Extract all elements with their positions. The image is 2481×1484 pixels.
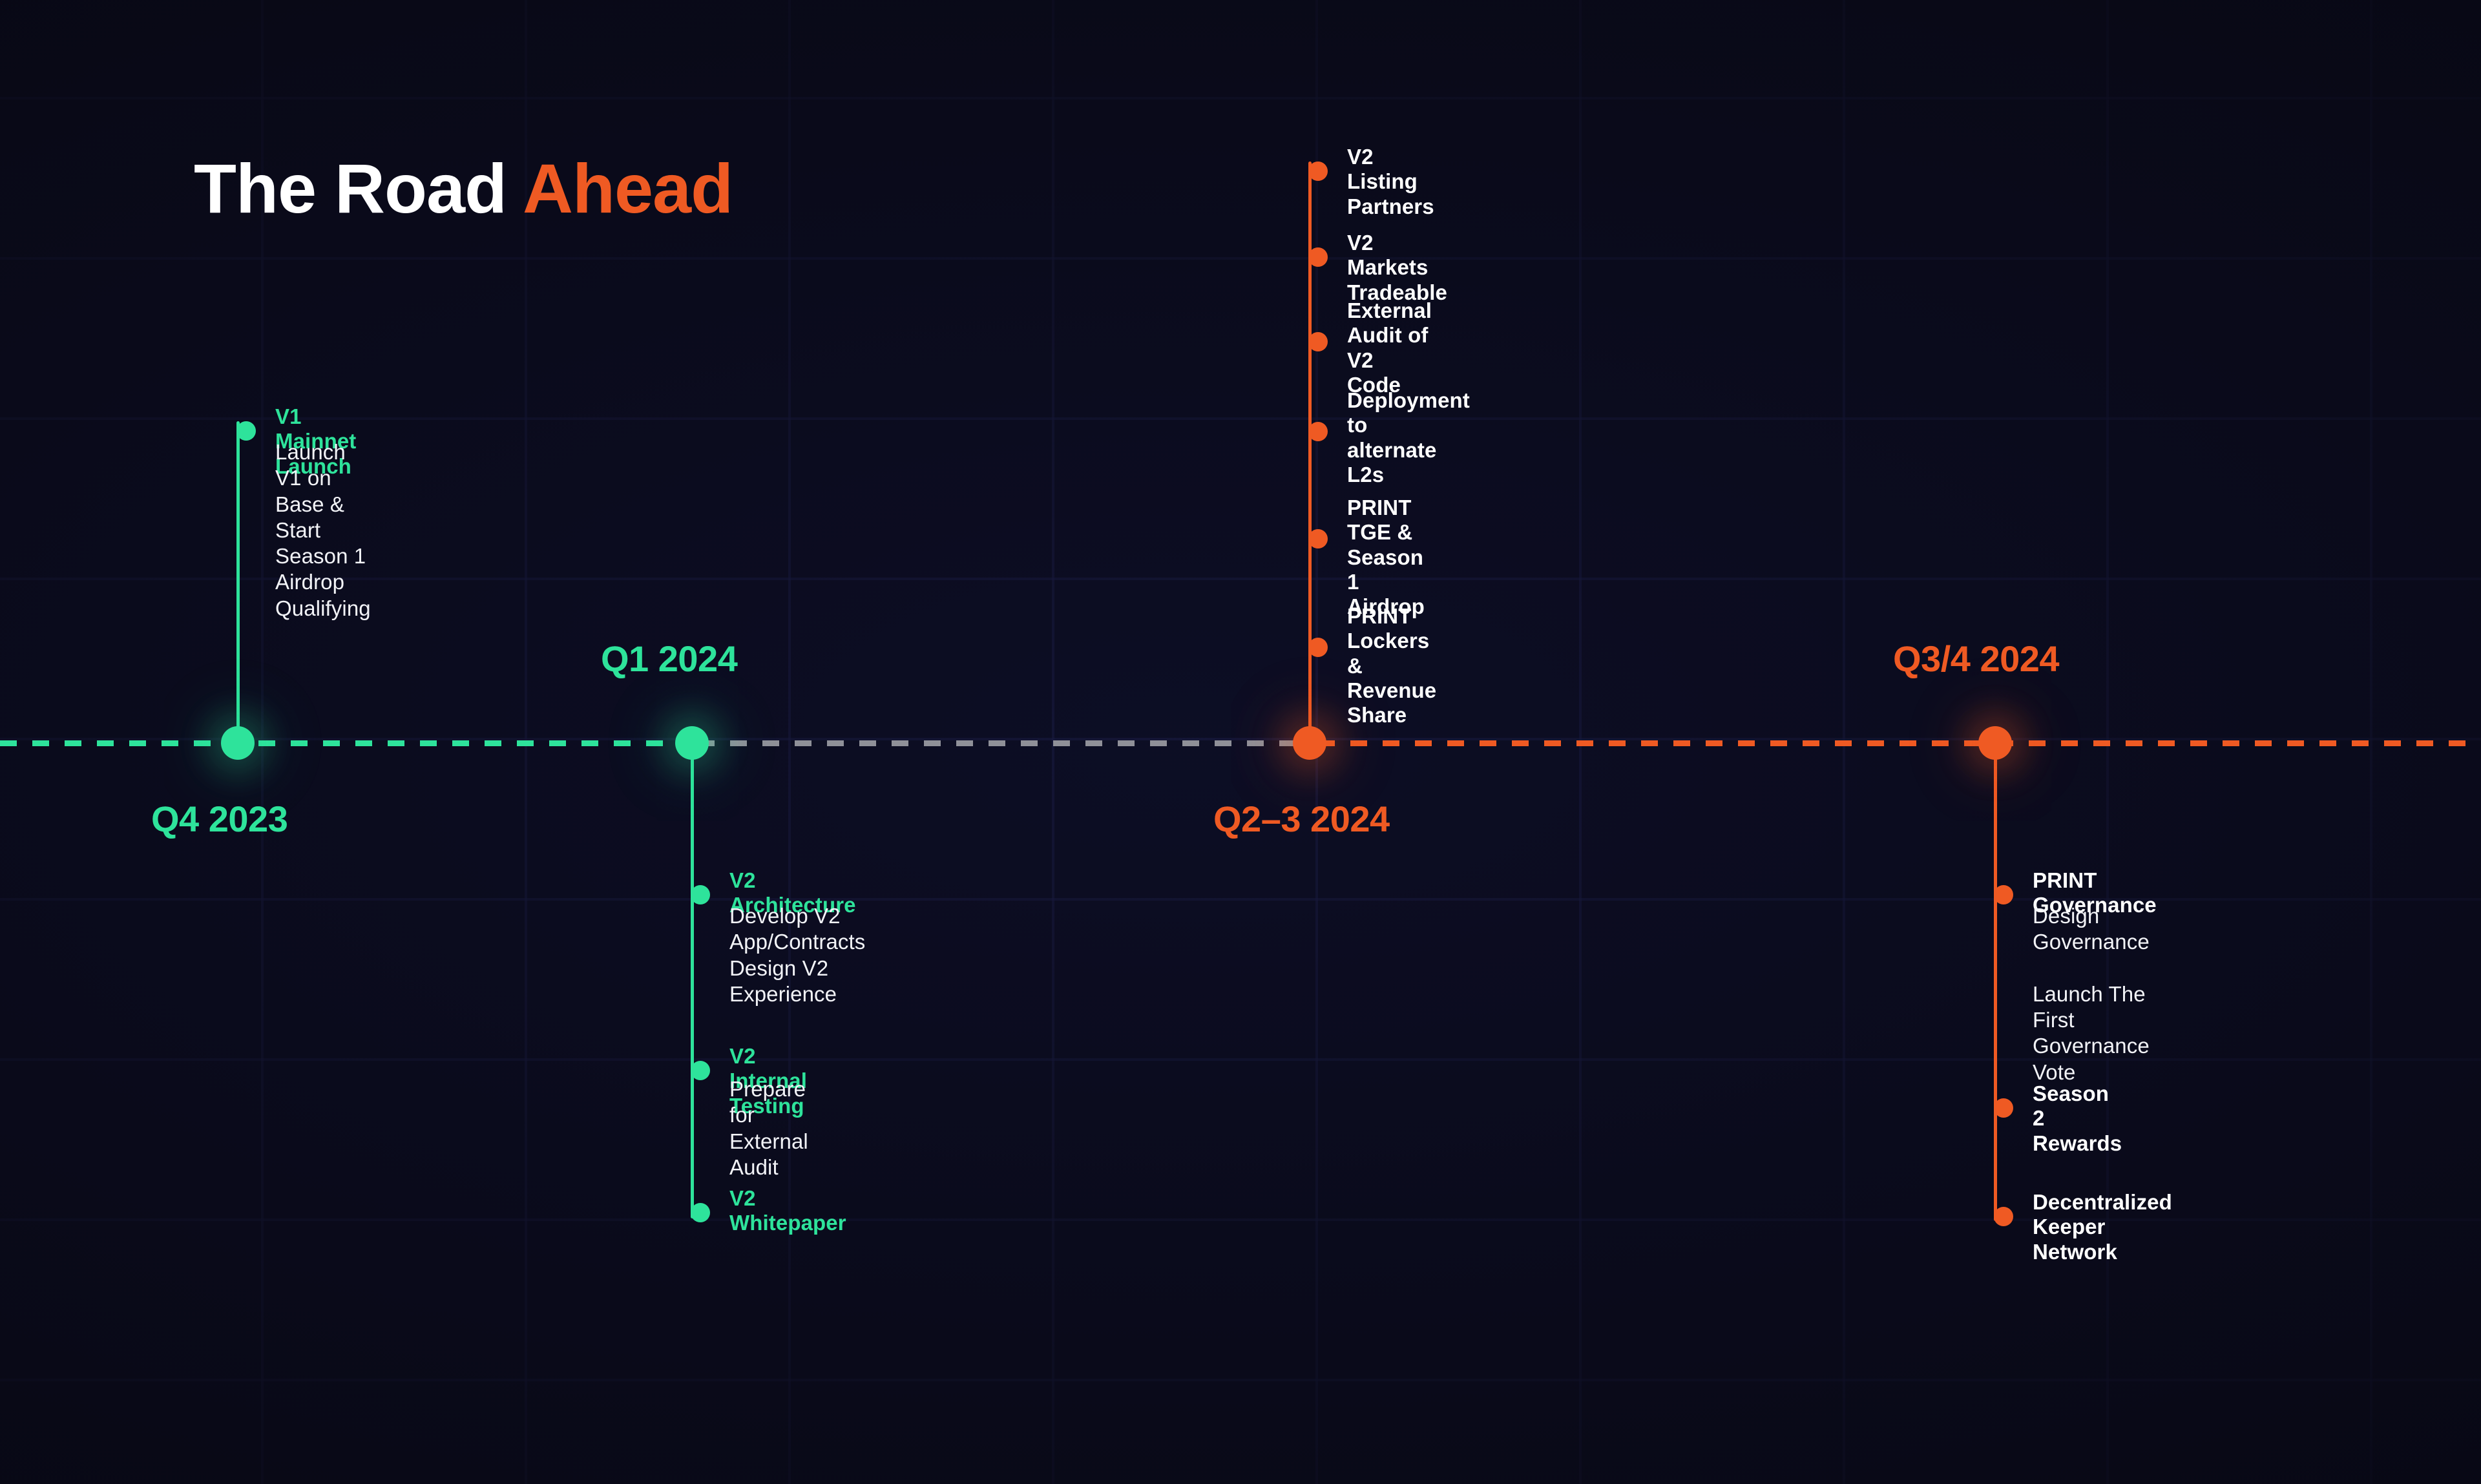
milestone-dot-icon [1994, 885, 2013, 904]
milestone-heading: PRINT Lockers & Revenue Share [1347, 604, 1437, 727]
milestone-heading: V2 Listing Partners [1347, 145, 1434, 218]
milestone-dot-icon [1994, 1098, 2013, 1118]
timeline-axis-neutral [698, 740, 1318, 746]
milestone-body: Design Governance Launch The First Gover… [2033, 904, 2150, 1084]
milestone-heading: External Audit of V2 Code [1347, 298, 1432, 397]
phase-anchor-q2-3-2024[interactable] [1293, 726, 1326, 760]
milestone-heading: V2 Whitepaper [729, 1186, 846, 1235]
milestone-heading: V2 Markets Tradeable [1347, 231, 1447, 304]
milestone-dot-icon [1308, 162, 1328, 181]
phase-label-q1-2024: Q1 2024 [601, 638, 738, 679]
phase-spine-q1-2024 [691, 743, 694, 1218]
page-title-lead: The Road [194, 149, 523, 227]
milestone-body: Launch V1 on Base & Start Season 1 Airdr… [275, 440, 371, 620]
phase-anchor-q3-4-2024[interactable] [1978, 726, 2012, 760]
timeline-axis-green [0, 740, 698, 746]
phase-anchor-q4-2023[interactable] [221, 726, 255, 760]
milestone-dot-icon [1994, 1207, 2013, 1226]
phase-anchor-q1-2024[interactable] [675, 726, 709, 760]
milestone-dot-icon [236, 421, 256, 441]
page-title-accent: Ahead [523, 149, 733, 227]
milestone-dot-icon [1308, 247, 1328, 267]
milestone-dot-icon [691, 1061, 710, 1080]
milestone-dot-icon [1308, 332, 1328, 351]
milestone-dot-icon [691, 1203, 710, 1222]
milestone-heading: PRINT TGE & Season 1 Airdrop [1347, 496, 1425, 619]
phase-label-q2-3-2024: Q2–3 2024 [1213, 799, 1390, 839]
timeline-axis-orange [1318, 740, 2481, 746]
milestone-heading: Decentralized Keeper Network [2033, 1190, 2172, 1264]
phase-label-q3-4-2024: Q3/4 2024 [1893, 638, 2060, 679]
milestone-body: Develop V2 App/Contracts Design V2 Exper… [729, 904, 866, 1006]
phase-spine-q3-4-2024 [1994, 743, 1997, 1221]
milestone-dot-icon [691, 885, 710, 904]
milestone-dot-icon [1308, 529, 1328, 549]
milestone-heading: Deployment to alternate L2s [1347, 388, 1470, 486]
page-title: The Road Ahead [194, 154, 733, 224]
milestone-dot-icon [1308, 422, 1328, 441]
milestone-dot-icon [1308, 638, 1328, 657]
phase-spine-q4-2023 [236, 421, 240, 744]
phase-spine-q2-3-2024 [1308, 162, 1312, 744]
milestone-body: Prepare for External Audit [729, 1077, 808, 1179]
phase-label-q4-2023: Q4 2023 [151, 799, 288, 839]
milestone-heading: Season 2 Rewards [2033, 1082, 2122, 1155]
